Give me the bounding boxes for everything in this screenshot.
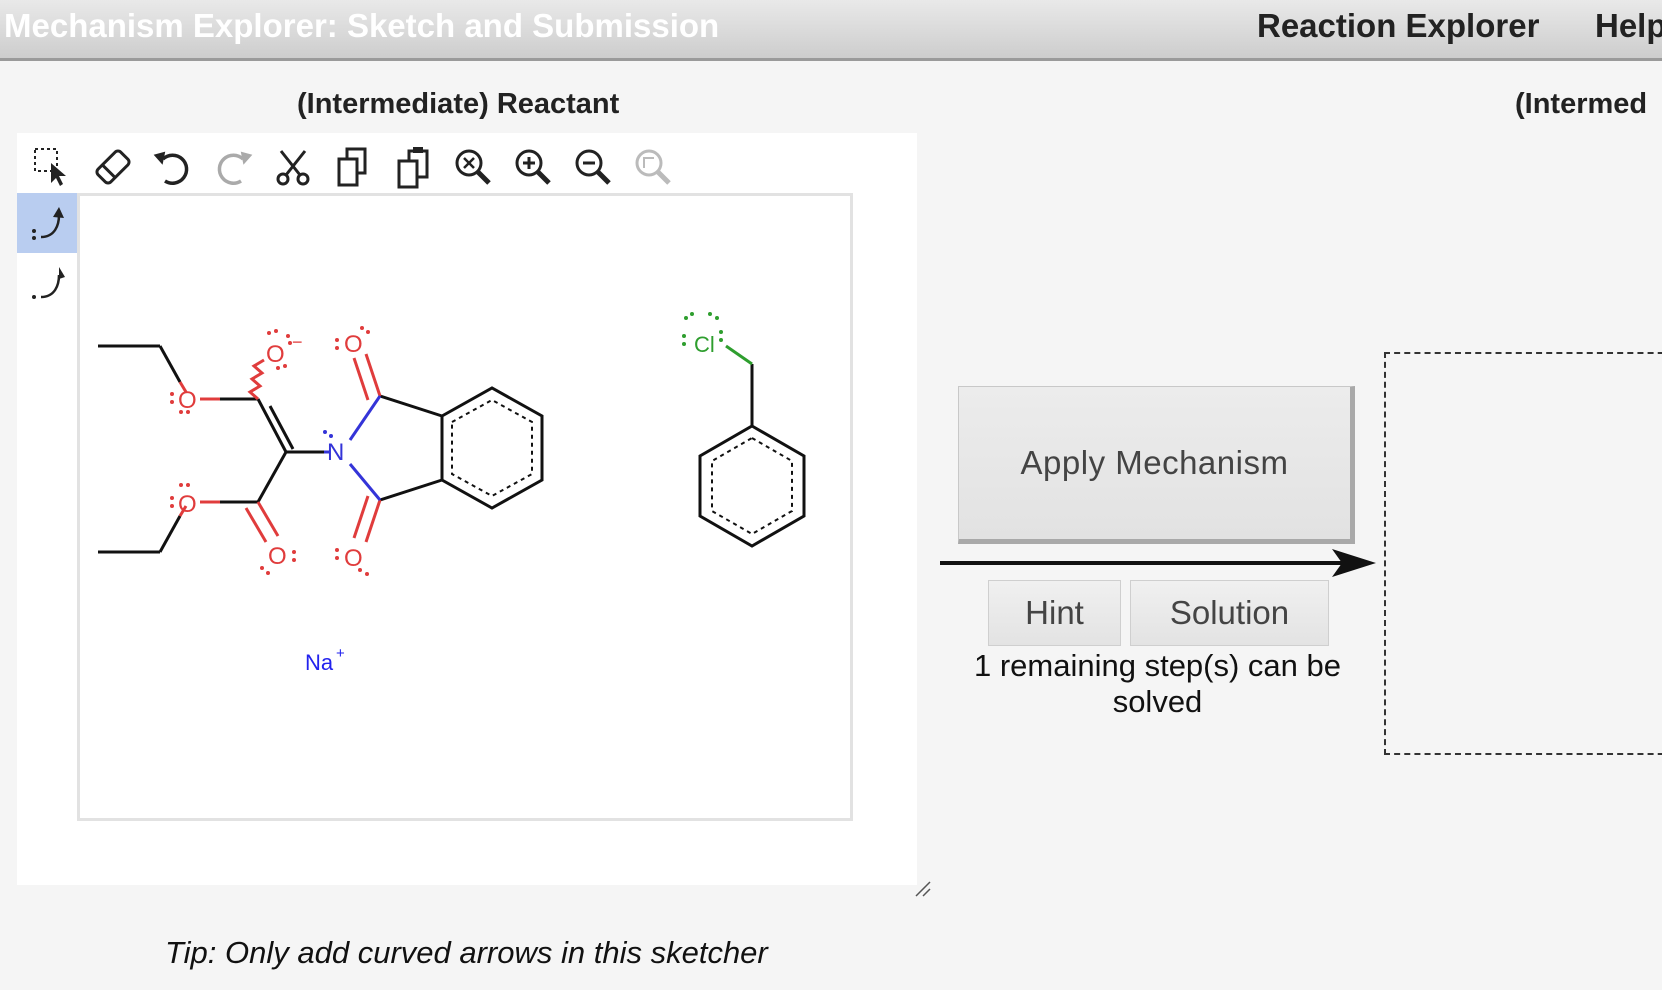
nav-help[interactable]: Help: [1595, 7, 1662, 45]
sketcher-tip: Tip: Only add curved arrows in this sket…: [165, 935, 768, 970]
charge-o-anion: −: [292, 332, 303, 352]
zoom-fit-icon[interactable]: [449, 143, 497, 191]
molecule-canvas[interactable]: O − O O O O O N Cl Na +: [77, 193, 853, 821]
reaction-arrow: [940, 549, 1376, 577]
paste-icon[interactable]: [389, 143, 437, 191]
cut-icon[interactable]: [269, 143, 317, 191]
atom-o-imide-bottom: O: [344, 545, 363, 572]
nav-reaction-explorer[interactable]: Reaction Explorer: [1257, 7, 1539, 45]
single-electron-arrow-icon[interactable]: [17, 253, 77, 313]
hint-button[interactable]: Hint: [988, 580, 1121, 646]
atom-o-ester-top: O: [178, 387, 197, 414]
nitrogen-lone-pair: [323, 430, 333, 438]
resize-grip-icon[interactable]: [914, 880, 932, 898]
eraser-icon[interactable]: [89, 143, 137, 191]
app-title: Mechanism Explorer: Sketch and Submissio…: [4, 7, 720, 44]
atom-o-anion: O: [266, 341, 285, 368]
product-heading: (Intermed: [1515, 88, 1648, 120]
c-cl-bond: [725, 344, 753, 366]
atom-cl: Cl: [694, 332, 715, 357]
atom-o-carbonyl: O: [268, 543, 287, 570]
oxygen-bonds: [178, 353, 382, 543]
zoom-out-icon[interactable]: [569, 143, 617, 191]
top-bar: Mechanism Explorer: Sketch and Submissio…: [0, 0, 1662, 61]
copy-icon[interactable]: [329, 143, 377, 191]
select-icon[interactable]: [29, 143, 77, 191]
solution-button[interactable]: Solution: [1130, 580, 1329, 646]
undo-icon[interactable]: [149, 143, 197, 191]
charge-na: +: [336, 645, 345, 662]
zoom-in-icon[interactable]: [509, 143, 557, 191]
remaining-steps-status: 1 remaining step(s) can be solved: [973, 648, 1342, 719]
aromatic-rings: [451, 398, 793, 536]
reactant-sketcher: O − O O O O O N Cl Na +: [17, 133, 917, 885]
atom-o-imide-top: O: [344, 331, 363, 358]
arrow-tools: [17, 193, 77, 313]
zoom-reset-icon[interactable]: [629, 143, 677, 191]
atom-n: N: [327, 439, 344, 466]
reactant-heading: (Intermediate) Reactant: [297, 88, 620, 120]
product-box[interactable]: [1384, 352, 1662, 755]
atom-o-ester-bottom: O: [178, 491, 197, 518]
atom-na: Na: [305, 650, 334, 675]
apply-mechanism-button[interactable]: Apply Mechanism: [958, 386, 1355, 544]
redo-icon[interactable]: [209, 143, 257, 191]
electron-pair-arrow-icon[interactable]: [17, 193, 77, 253]
molecule-drawing: O − O O O O O N Cl Na +: [98, 312, 806, 675]
